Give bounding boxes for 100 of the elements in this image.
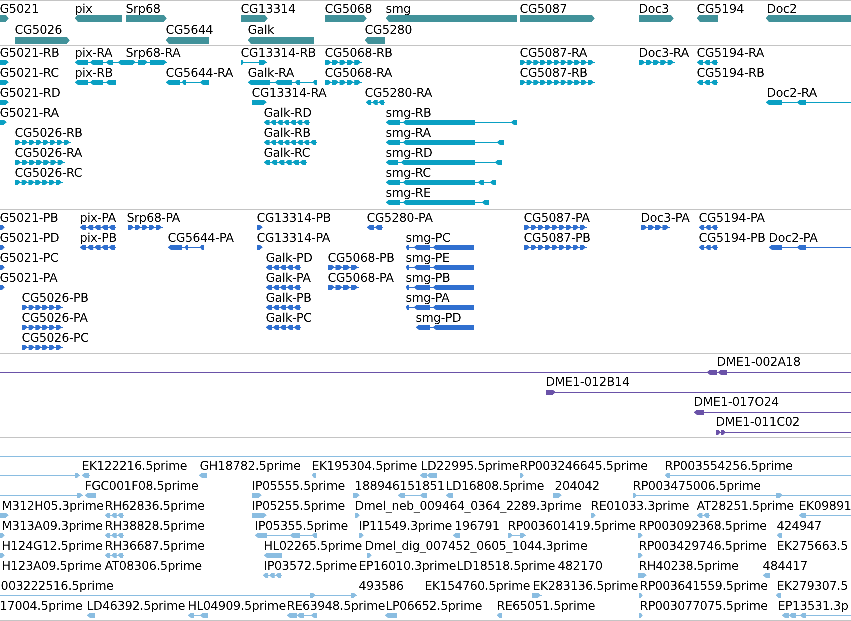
transcript-feature[interactable] — [248, 80, 317, 86]
gene-feature[interactable] — [166, 36, 209, 44]
est-feature[interactable] — [0, 593, 357, 598]
transcript-feature[interactable] — [0, 80, 9, 86]
protein-feature[interactable] — [699, 245, 718, 250]
transcript-feature[interactable] — [0, 120, 7, 126]
est-feature[interactable] — [508, 533, 526, 538]
protein-feature[interactable] — [22, 325, 63, 330]
clone-feature[interactable] — [0, 370, 851, 374]
est-feature[interactable] — [520, 473, 524, 478]
protein-feature[interactable] — [769, 245, 851, 250]
clone-feature[interactable] — [546, 390, 851, 394]
est-feature[interactable] — [105, 533, 124, 538]
est-feature[interactable] — [87, 613, 95, 618]
transcript-feature[interactable] — [386, 200, 489, 206]
transcript-feature[interactable] — [15, 140, 71, 146]
est-feature[interactable] — [252, 493, 262, 498]
est-feature[interactable] — [639, 593, 643, 598]
est-feature[interactable] — [638, 573, 647, 578]
protein-feature[interactable] — [168, 245, 204, 250]
est-feature[interactable] — [553, 493, 562, 498]
est-feature[interactable] — [287, 613, 317, 618]
transcript-feature[interactable] — [15, 160, 65, 166]
protein-feature[interactable] — [416, 325, 474, 330]
protein-feature[interactable] — [0, 265, 5, 270]
gene-feature[interactable] — [697, 15, 718, 22]
transcript-feature[interactable] — [252, 100, 267, 106]
transcript-feature[interactable] — [697, 80, 718, 86]
protein-feature[interactable] — [80, 245, 116, 250]
clone-feature[interactable] — [716, 430, 851, 434]
transcript-feature[interactable] — [264, 160, 307, 166]
transcript-feature[interactable] — [264, 120, 310, 126]
est-feature[interactable] — [199, 473, 207, 478]
transcript-feature[interactable] — [366, 100, 385, 106]
protein-feature[interactable] — [406, 305, 474, 310]
transcript-feature[interactable] — [75, 80, 116, 86]
est-feature[interactable] — [591, 513, 596, 518]
est-feature[interactable] — [312, 473, 316, 478]
est-feature[interactable] — [188, 613, 208, 618]
protein-feature[interactable] — [80, 225, 116, 230]
transcript-feature[interactable] — [325, 80, 362, 86]
est-feature[interactable] — [697, 513, 710, 518]
transcript-feature[interactable] — [386, 140, 504, 146]
protein-feature[interactable] — [266, 305, 301, 310]
gene-feature[interactable] — [15, 36, 70, 44]
est-feature[interactable] — [763, 573, 770, 578]
protein-feature[interactable] — [266, 285, 301, 290]
est-feature[interactable] — [638, 533, 643, 538]
protein-feature[interactable] — [266, 325, 301, 330]
transcript-feature[interactable] — [520, 80, 595, 86]
protein-feature[interactable] — [128, 225, 163, 230]
protein-feature[interactable] — [0, 245, 5, 250]
gene-feature[interactable] — [365, 36, 385, 44]
transcript-feature[interactable] — [166, 80, 209, 86]
est-feature[interactable] — [0, 493, 83, 498]
est-feature[interactable] — [420, 473, 437, 478]
protein-feature[interactable] — [641, 225, 670, 230]
est-feature[interactable] — [105, 513, 124, 518]
protein-feature[interactable] — [406, 265, 474, 270]
gene-feature[interactable] — [241, 15, 268, 22]
est-feature[interactable] — [799, 513, 851, 518]
est-feature[interactable] — [385, 613, 397, 618]
protein-feature[interactable] — [328, 285, 359, 290]
gene-feature[interactable] — [520, 15, 595, 22]
est-feature[interactable] — [497, 613, 502, 618]
est-feature[interactable] — [633, 493, 851, 498]
gene-feature[interactable] — [325, 15, 367, 22]
est-feature[interactable] — [0, 513, 9, 518]
protein-feature[interactable] — [257, 245, 263, 250]
protein-feature[interactable] — [524, 225, 587, 230]
transcript-feature[interactable] — [0, 60, 9, 66]
est-feature[interactable] — [85, 493, 96, 498]
clone-feature[interactable] — [694, 410, 851, 414]
gene-feature[interactable] — [639, 15, 674, 22]
protein-feature[interactable] — [0, 285, 5, 290]
est-feature[interactable] — [367, 553, 372, 558]
gene-feature[interactable] — [248, 36, 314, 44]
transcript-feature[interactable] — [0, 100, 9, 106]
transcript-feature[interactable] — [241, 60, 267, 66]
gene-feature[interactable] — [0, 15, 9, 22]
protein-feature[interactable] — [266, 265, 301, 270]
protein-feature[interactable] — [0, 225, 5, 230]
est-feature[interactable] — [355, 513, 360, 518]
transcript-feature[interactable] — [639, 60, 675, 66]
protein-feature[interactable] — [406, 245, 474, 250]
est-feature[interactable] — [82, 473, 90, 478]
transcript-feature[interactable] — [386, 180, 496, 186]
est-feature[interactable] — [353, 493, 360, 498]
protein-feature[interactable] — [699, 225, 718, 230]
est-feature[interactable] — [639, 613, 643, 618]
est-feature[interactable] — [446, 493, 453, 498]
est-feature[interactable] — [255, 533, 317, 538]
protein-feature[interactable] — [524, 245, 587, 250]
transcript-feature[interactable] — [325, 60, 362, 66]
est-feature[interactable] — [453, 533, 460, 538]
est-feature[interactable] — [665, 473, 851, 478]
transcript-feature[interactable] — [766, 100, 851, 106]
est-feature[interactable] — [777, 533, 782, 538]
est-feature[interactable] — [359, 533, 364, 538]
protein-feature[interactable] — [22, 345, 63, 350]
